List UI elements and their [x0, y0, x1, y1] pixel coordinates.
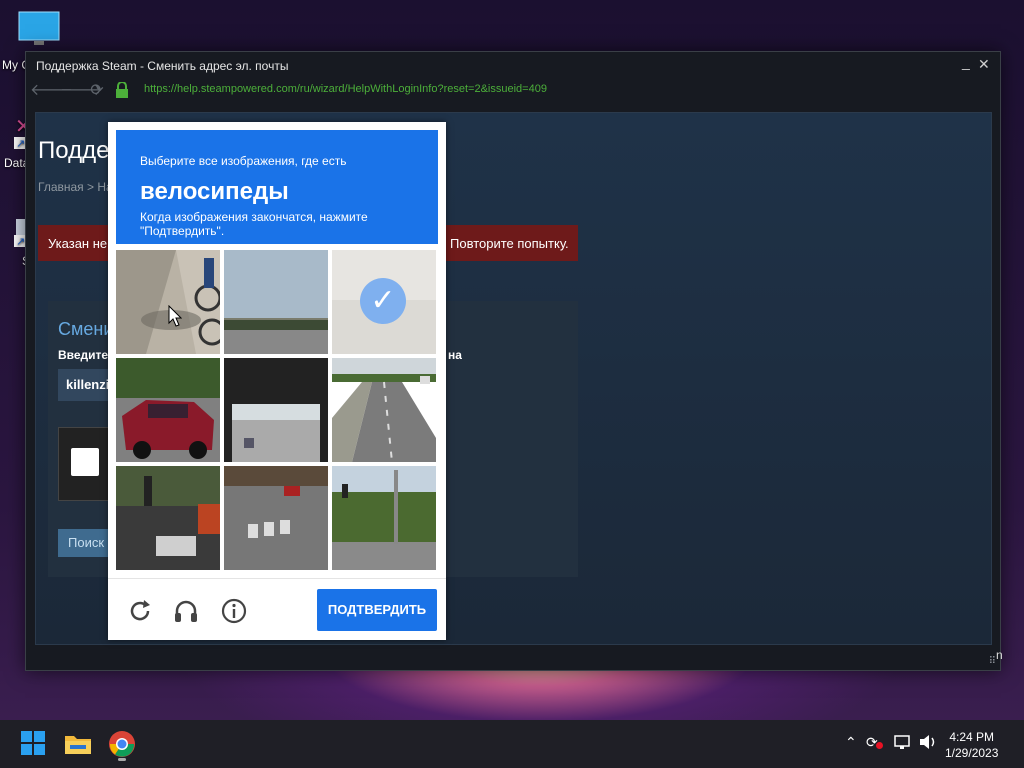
captcha-target: велосипеды: [140, 178, 289, 205]
close-button[interactable]: ✕: [978, 56, 990, 73]
refresh-icon[interactable]: [126, 597, 154, 625]
sync-icon[interactable]: ⟳: [866, 734, 883, 751]
forward-icon[interactable]: 🡒: [60, 81, 103, 101]
error-text-start: Указан нев: [48, 236, 115, 251]
reload-icon[interactable]: ⟳: [87, 81, 107, 101]
mouse-cursor-icon: [168, 304, 183, 332]
address-bar[interactable]: https://help.steampowered.com/ru/wizard/…: [144, 83, 547, 95]
nav-bar: 🡐 🡒 ⟳ https://help.steampowered.com/ru/w…: [26, 78, 1000, 104]
page-title: Подде: [38, 137, 110, 164]
captcha-tile-red-car[interactable]: [116, 358, 220, 462]
verify-button[interactable]: ПОДТВЕРДИТЬ: [317, 589, 437, 631]
clock[interactable]: 4:24 PM 1/29/2023: [945, 729, 998, 761]
audio-challenge-icon[interactable]: [172, 597, 200, 625]
breadcrumb[interactable]: Главная > На: [38, 180, 113, 194]
captcha-tile-tunnel-road[interactable]: [224, 358, 328, 462]
captcha-footer: ПОДТВЕРДИТЬ: [108, 578, 446, 641]
computer-icon[interactable]: [18, 10, 62, 51]
checkmark-icon: ✓: [360, 278, 406, 324]
panel-label: Введите: [58, 348, 109, 362]
back-icon[interactable]: 🡐: [30, 81, 73, 101]
captcha-tile-traffic-light-trees[interactable]: [332, 466, 436, 570]
captcha-hint: Когда изображения закончатся, нажмите "П…: [140, 210, 368, 238]
captcha-tile-bicycle-rider[interactable]: [116, 250, 220, 354]
volume-icon[interactable]: [918, 734, 938, 753]
running-indicator: [118, 758, 126, 761]
window-title: Поддержка Steam - Сменить адрес эл. почт…: [36, 59, 289, 73]
captcha-header: Выберите все изображения, где есть велос…: [116, 130, 438, 244]
captcha-grid: ✓: [116, 250, 438, 572]
captcha-tile-traffic-lights-store[interactable]: [116, 466, 220, 570]
windows-start-icon[interactable]: [20, 730, 48, 758]
error-text-end: Повторите попытку.: [450, 236, 569, 251]
captcha-tile-highway-overpass[interactable]: [224, 250, 328, 354]
panel-title: Смени: [58, 319, 114, 339]
resize-grip-icon[interactable]: ⠿: [989, 656, 996, 667]
chrome-icon[interactable]: [108, 730, 136, 761]
captcha-prompt: Выберите все изображения, где есть: [140, 154, 347, 168]
lock-icon: [112, 81, 132, 101]
captcha-tile-crosswalk[interactable]: [224, 466, 328, 570]
captcha-checkbox[interactable]: [71, 448, 99, 476]
minimize-button[interactable]: _: [962, 54, 970, 70]
side-letter: n: [996, 648, 1003, 662]
svg-text:↗: ↗: [16, 137, 25, 150]
title-bar[interactable]: Поддержка Steam - Сменить адрес эл. почт…: [26, 52, 1000, 78]
taskbar: ⌃ ⟳ 4:24 PM 1/29/2023: [0, 720, 1024, 768]
chevron-up-icon[interactable]: ⌃: [845, 734, 857, 751]
panel-label-end: на: [448, 348, 462, 362]
captcha-tile-highway-lanes[interactable]: [332, 358, 436, 462]
info-icon[interactable]: [220, 597, 248, 625]
captcha-challenge: Выберите все изображения, где есть велос…: [108, 122, 446, 640]
file-explorer-icon[interactable]: [64, 730, 92, 758]
captcha-tile-faded-loading[interactable]: ✓: [332, 250, 436, 354]
clock-date: 1/29/2023: [945, 746, 999, 760]
clock-time: 4:24 PM: [949, 730, 995, 744]
svg-text:↗: ↗: [16, 235, 25, 248]
network-icon[interactable]: [894, 734, 912, 753]
